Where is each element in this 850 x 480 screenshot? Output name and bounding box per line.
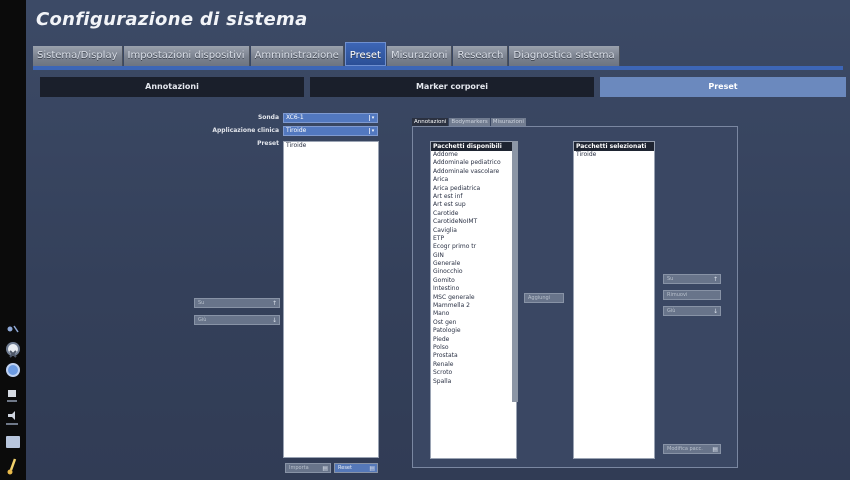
top-tab-bar: Sistema/Display Impostazioni dispositivi… [33, 42, 621, 66]
chevron-down-icon: ▾ [369, 128, 376, 134]
main-area: Configurazione di sistema Sistema/Displa… [26, 0, 850, 480]
list-item[interactable]: Addominale pediatrico [431, 159, 516, 167]
side-toolbar [0, 0, 26, 480]
importa-label: Importa [289, 465, 309, 471]
list-item[interactable]: GIN [431, 252, 516, 260]
globe-icon[interactable] [6, 363, 20, 377]
tab-preset[interactable]: Preset [344, 42, 386, 66]
subtab-preset[interactable]: Preset [600, 77, 846, 97]
list-item[interactable]: MSC generale [431, 294, 516, 302]
applicazione-value: Tiroide [286, 127, 307, 134]
list-item[interactable]: Prostata [431, 352, 516, 360]
reset-button[interactable]: Reset ▤ [334, 463, 378, 473]
su-label: Su [198, 300, 205, 306]
tab-misurazioni[interactable]: Misurazioni [386, 46, 453, 66]
sonda-label: Sonda [257, 114, 279, 121]
list-item[interactable]: Renale [431, 361, 516, 369]
list-item[interactable]: Gomito [431, 277, 516, 285]
list-item[interactable]: Addome [431, 151, 516, 159]
list-item[interactable]: Tiroide [284, 142, 378, 150]
list-item[interactable]: Carotide [431, 210, 516, 218]
edit-icon: ▤ [712, 446, 718, 453]
list-item[interactable]: Caviglia [431, 227, 516, 235]
freeze-icon[interactable] [6, 342, 20, 358]
list-item[interactable]: Piede [431, 336, 516, 344]
applicazione-select[interactable]: Tiroide ▾ [283, 126, 378, 136]
aggiungi-button[interactable]: Aggiungi [524, 293, 564, 303]
tab-sistema-display[interactable]: Sistema/Display [33, 46, 123, 66]
list-item[interactable]: Spalla [431, 378, 516, 386]
arrow-up-icon: ↑ [271, 300, 277, 307]
panel-giu-label: Giù [667, 308, 676, 314]
selected-packages-list[interactable]: Pacchetti selezionati Tiroide [573, 141, 655, 459]
aggiungi-label: Aggiungi [528, 295, 551, 301]
available-header: Pacchetti disponibili [431, 142, 516, 151]
panel-su-label: Su [667, 276, 674, 282]
list-item[interactable]: Scroto [431, 369, 516, 377]
giu-label: Giù [198, 317, 207, 323]
rimuovi-label: Rimuovi [667, 292, 688, 298]
window-title: Configurazione di sistema [36, 9, 308, 30]
import-icon: ▤ [322, 465, 328, 472]
save-icon[interactable] [6, 388, 18, 406]
probe-icon[interactable] [6, 319, 20, 333]
arrow-down-icon: ↓ [712, 308, 718, 315]
sub-tab-bar: Annotazioni Marker corporei Preset [40, 77, 846, 97]
brush-icon[interactable] [6, 458, 18, 476]
system-configuration-screen: Configurazione di sistema Sistema/Displa… [0, 0, 850, 480]
arrow-down-icon: ↓ [271, 317, 277, 324]
panel-giu-button[interactable]: Giù ↓ [663, 306, 721, 316]
list-item[interactable]: Addominale vascolare [431, 168, 516, 176]
tab-impostazioni-dispositivi[interactable]: Impostazioni dispositivi [123, 46, 250, 66]
tab-research[interactable]: Research [453, 46, 509, 66]
giu-button[interactable]: Giù ↓ [194, 315, 280, 325]
list-item[interactable]: Patologie [431, 327, 516, 335]
volume-icon[interactable] [6, 410, 18, 428]
reset-label: Reset [338, 465, 352, 471]
tab-amministrazione[interactable]: Amministrazione [250, 46, 344, 66]
rimuovi-button[interactable]: Rimuovi [663, 290, 721, 300]
chevron-down-icon: ▾ [369, 115, 376, 121]
list-item[interactable]: Art est inf [431, 193, 516, 201]
list-item[interactable]: Tiroide [574, 151, 654, 159]
list-item[interactable]: Mammella 2 [431, 302, 516, 310]
tab-diagnostica-sistema[interactable]: Diagnostica sistema [509, 46, 620, 66]
document-icon: ▤ [369, 465, 375, 472]
available-items: Addome Addominale pediatrico Addominale va… [431, 151, 516, 386]
list-item[interactable]: Mano [431, 310, 516, 318]
list-item[interactable]: Generale [431, 260, 516, 268]
list-item[interactable]: Art est sup [431, 201, 516, 209]
panel-su-button[interactable]: Su ↑ [663, 274, 721, 284]
list-item[interactable]: Ginocchio [431, 268, 516, 276]
modifica-button[interactable]: Modifica pacc. ▤ [663, 444, 721, 454]
list-item[interactable]: Ost gen [431, 319, 516, 327]
applicazione-label: Applicazione clinica [212, 127, 279, 134]
subtab-marker-corporei[interactable]: Marker corporei [310, 77, 594, 97]
subtab-annotazioni[interactable]: Annotazioni [40, 77, 304, 97]
preset-label: Preset [257, 140, 279, 147]
arrow-up-icon: ↑ [712, 276, 718, 283]
sonda-value: XC6-1 [286, 114, 304, 121]
list-item[interactable]: ETP [431, 235, 516, 243]
preset-list[interactable]: Tiroide [283, 141, 379, 458]
importa-button[interactable]: Importa ▤ [285, 463, 331, 473]
available-packages-list[interactable]: Pacchetti disponibili Addome Addominale p… [430, 141, 517, 459]
scroll-thumb[interactable] [513, 142, 517, 401]
list-item[interactable]: Intestino [431, 285, 516, 293]
modifica-label: Modifica pacc. [667, 446, 703, 452]
list-item[interactable]: Ecogr primo tr [431, 243, 516, 251]
list-item[interactable]: Arica [431, 176, 516, 184]
su-button[interactable]: Su ↑ [194, 298, 280, 308]
list-item[interactable]: CarotideNoIMT [431, 218, 516, 226]
tab-underline [33, 66, 843, 70]
list-item[interactable]: Polso [431, 344, 516, 352]
sonda-select[interactable]: XC6-1 ▾ [283, 113, 378, 123]
available-scrollbar[interactable] [512, 141, 518, 402]
selected-header: Pacchetti selezionati [574, 142, 654, 151]
list-item[interactable]: Arica pediatrica [431, 185, 516, 193]
image-icon[interactable] [6, 436, 20, 448]
